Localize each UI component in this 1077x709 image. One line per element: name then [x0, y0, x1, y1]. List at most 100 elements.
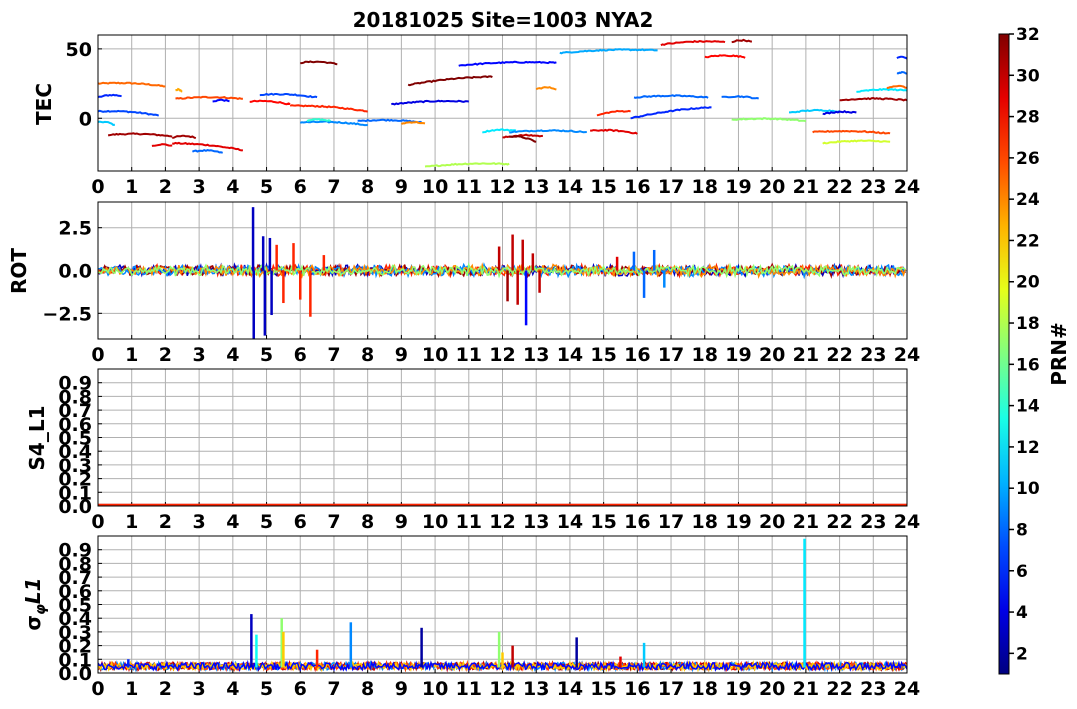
x-tick-label: 13 [523, 511, 549, 533]
x-tick-label: 2 [159, 344, 172, 366]
tec-arc-prn-11 [98, 120, 116, 126]
colorbar-tick-label: 6 [1016, 562, 1028, 582]
colorbar-label: PRN# [1047, 322, 1071, 386]
y-tick-label: 50 [66, 39, 92, 61]
x-tick-label: 2 [159, 176, 172, 198]
tec-arc-prn-8 [896, 70, 907, 75]
x-tick-label: 22 [826, 678, 852, 700]
x-tick-label: 5 [260, 511, 273, 533]
x-tick-label: 8 [361, 511, 374, 533]
y-tick-label: 2.5 [58, 218, 92, 240]
sigma-phi-sub: φ [33, 604, 49, 615]
x-tick-label: 7 [327, 176, 340, 198]
x-tick-label: 24 [894, 511, 920, 533]
x-tick-label: 17 [658, 511, 684, 533]
tec-arc-prn-24 [401, 120, 426, 125]
x-tick-label: 23 [860, 678, 886, 700]
x-tick-label: 22 [826, 511, 852, 533]
tec-arc-prn-25 [886, 84, 907, 89]
x-tick-label: 15 [590, 344, 616, 366]
y-tick-label: 0.0 [58, 261, 92, 283]
tec-arc-prn-29 [151, 143, 173, 147]
tec-arc-prn-29 [590, 128, 638, 135]
x-tick-label: 1 [125, 678, 138, 700]
x-tick-label: 18 [692, 678, 718, 700]
x-tick-label: 24 [894, 176, 920, 198]
tec-arc-prn-12 [856, 87, 907, 93]
sigma-phi-tail: L1 [21, 577, 45, 604]
x-tick-label: 6 [294, 678, 307, 700]
x-tick-label: 21 [793, 344, 819, 366]
tec-arc-prn-7 [259, 92, 318, 99]
colorbar-tick-label: 14 [1016, 397, 1040, 417]
x-tick-label: 24 [894, 344, 920, 366]
x-tick-label: 13 [523, 678, 549, 700]
x-tick-label: 6 [294, 176, 307, 198]
x-tick-label: 16 [624, 511, 650, 533]
x-tick-label: 4 [226, 678, 239, 700]
colorbar-tick-label: 16 [1016, 355, 1040, 375]
x-tick-label: 21 [793, 176, 819, 198]
tec-arc-prn-32 [509, 135, 537, 143]
x-tick-label: 18 [692, 511, 718, 533]
x-tick-label: 20 [759, 176, 785, 198]
tec-arc-prn-6 [896, 55, 907, 60]
figure-title: 20181025 Site=1003 NYA2 [353, 8, 654, 32]
x-tick-label: 4 [226, 511, 239, 533]
data-layer [98, 207, 907, 339]
tec-arc-prn-9 [509, 129, 587, 134]
x-tick-label: 10 [422, 678, 448, 700]
x-tick-label: 3 [193, 678, 206, 700]
x-tick-label: 21 [793, 678, 819, 700]
y-tick-label: 0 [79, 108, 92, 130]
x-tick-label: 20 [759, 678, 785, 700]
x-tick-label: 17 [658, 176, 684, 198]
x-tick-label: 14 [557, 678, 583, 700]
colorbar-tick-label: 12 [1016, 438, 1040, 458]
x-tick-label: 21 [793, 511, 819, 533]
tec-arc-prn-5 [212, 98, 230, 103]
x-tick-label: 11 [456, 511, 482, 533]
x-tick-label: 9 [395, 344, 408, 366]
x-tick-label: 16 [624, 678, 650, 700]
x-tick-label: 3 [193, 344, 206, 366]
x-tick-label: 3 [193, 511, 206, 533]
x-tick-label: 2 [159, 511, 172, 533]
colorbar-tick-label: 30 [1016, 66, 1040, 86]
rot-panel: 0 1 2 3 4 5 6 7 8 9 10 11 12 13 14 15 16 17 18 19 20 21 22 23 24… [42, 201, 920, 366]
y-tick-label: 0.9 [58, 373, 92, 395]
tec-arc-prn-24 [535, 86, 557, 91]
x-tick-label: 15 [590, 176, 616, 198]
x-tick-label: 13 [523, 344, 549, 366]
x-tick-label: 13 [523, 176, 549, 198]
colorbar-tick-label: 10 [1016, 479, 1040, 499]
colorbar-tick-label: 28 [1016, 108, 1040, 128]
x-tick-label: 5 [260, 678, 273, 700]
x-tick-label: 11 [456, 344, 482, 366]
colorbar-tick-label: 24 [1016, 190, 1040, 210]
tec-arc-prn-26 [812, 129, 891, 135]
x-tick-label: 10 [422, 511, 448, 533]
tec-arc-prn-10 [559, 48, 658, 55]
sigma-phi-axis-label: σφL1 [21, 577, 49, 630]
x-tick-label: 15 [590, 678, 616, 700]
colorbar-tick-label: 32 [1016, 25, 1040, 45]
x-tick-label: 1 [125, 344, 138, 366]
x-tick-label: 11 [456, 678, 482, 700]
tec-arc-prn-29 [660, 39, 726, 47]
y-tick-label: 0.9 [58, 540, 92, 562]
tec-arc-prn-27 [596, 109, 631, 117]
x-tick-label: 14 [557, 176, 583, 198]
x-tick-label: 23 [860, 344, 886, 366]
x-tick-label: 12 [489, 344, 515, 366]
x-tick-label: 12 [489, 176, 515, 198]
x-tick-label: 3 [193, 176, 206, 198]
x-tick-label: 16 [624, 344, 650, 366]
x-tick-label: 12 [489, 678, 515, 700]
tec-arc-prn-8 [191, 148, 223, 154]
x-tick-label: 19 [725, 511, 751, 533]
colorbar-tick-label: 2 [1016, 644, 1028, 664]
tec-arc-prn-14 [306, 118, 332, 123]
figure: 20181025 Site=1003 NYA2 0 1 2 3 4 5 6 7 8 9 10 11 12… [7, 8, 1071, 700]
x-tick-label: 22 [826, 344, 852, 366]
